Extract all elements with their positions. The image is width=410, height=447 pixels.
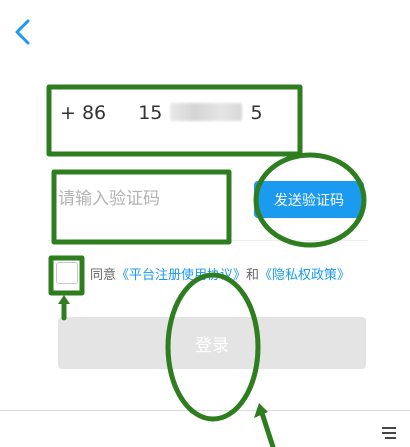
phone-number-field[interactable]: + 86 15 5 [60,102,263,124]
annotation-arrow-bottom [259,410,276,447]
country-code: + 86 [60,102,107,124]
verification-code-input[interactable] [58,182,218,216]
annotation-overlay [46,84,367,447]
platform-agreement-link[interactable]: 《平台注册使用协议》 [116,268,246,283]
agreement-and: 和 [246,268,260,283]
menu-icon[interactable] [380,424,398,442]
login-button[interactable]: 登录 [58,317,366,369]
send-code-button[interactable]: 发送验证码 [254,181,364,218]
login-screen: + 86 15 5 发送验证码 同意《平台注册使用协议》和《隐私权政策》 登录 [0,0,410,447]
phone-number-redaction [170,103,243,121]
annotation-arrowhead-checkbox [58,295,70,304]
field-divider [48,240,368,241]
phone-number-suffix: 5 [250,102,263,124]
agreement-checkbox[interactable] [56,262,78,284]
back-button[interactable] [10,16,36,48]
privacy-policy-link[interactable]: 《隐私权政策》 [259,268,350,283]
phone-number-prefix: 15 [138,102,163,124]
agreement-text: 同意《平台注册使用协议》和《隐私权政策》 [90,265,375,287]
agreement-prefix: 同意 [90,268,117,283]
bottom-divider [0,410,410,411]
chevron-left-icon [15,19,30,45]
